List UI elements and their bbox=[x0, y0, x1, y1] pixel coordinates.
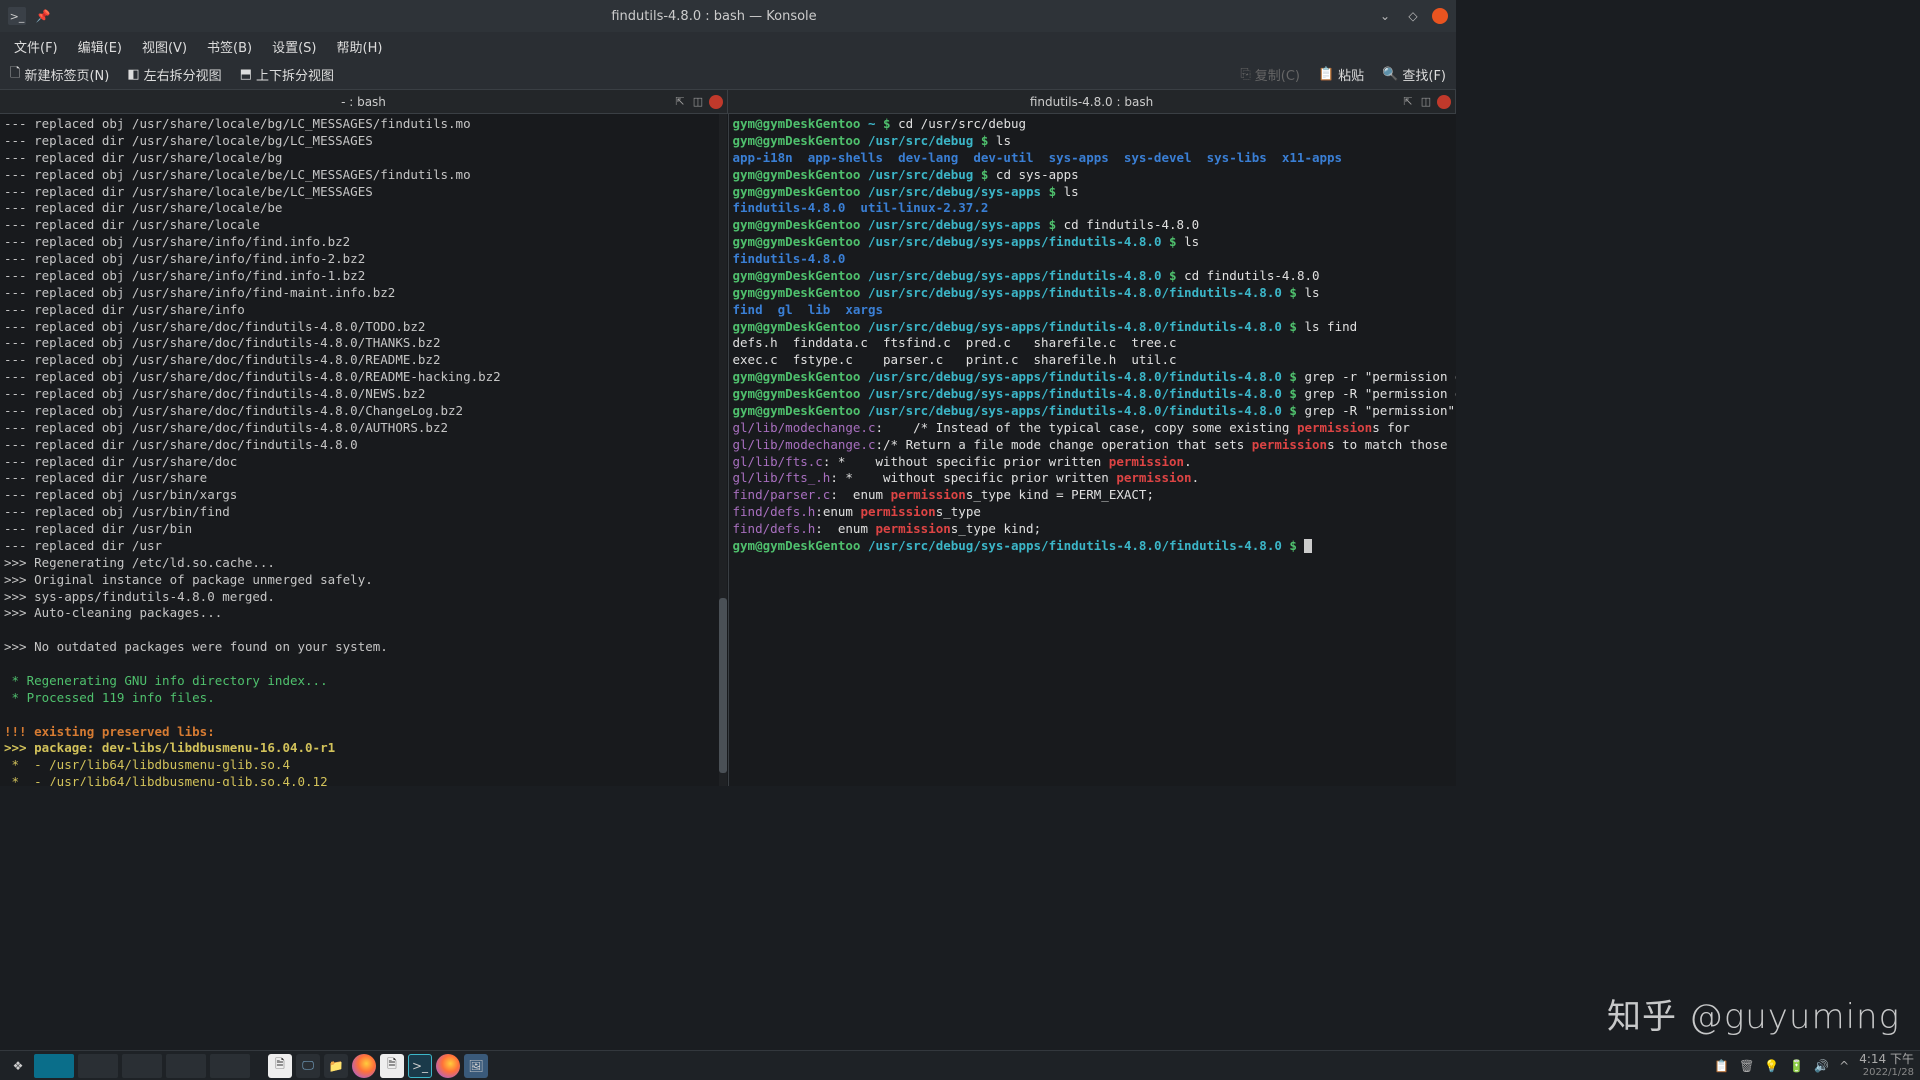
new-tab-label: 新建标签页(N) bbox=[24, 65, 109, 84]
text-editor-icon[interactable]: 🗎 bbox=[268, 1054, 292, 1078]
left-scrollbar[interactable] bbox=[719, 114, 727, 786]
paste-button[interactable]: 📋 粘贴 bbox=[1314, 63, 1368, 86]
copy-icon: ⎘ bbox=[1240, 67, 1250, 82]
file-manager-icon[interactable]: 📁 bbox=[324, 1054, 348, 1078]
paste-label: 粘贴 bbox=[1338, 65, 1364, 84]
menu-help[interactable]: 帮助(H) bbox=[329, 33, 391, 60]
split-lr-icon: ◧ bbox=[127, 67, 139, 82]
clock[interactable]: 4:14 下午 2022/1/28 bbox=[1859, 1053, 1914, 1077]
volume-tray-icon[interactable]: 🔊 bbox=[1814, 1059, 1829, 1073]
system-monitor-icon[interactable]: 🖵 bbox=[296, 1054, 320, 1078]
task-desktop[interactable] bbox=[34, 1054, 74, 1078]
tab-detach-icon[interactable]: ⇱ bbox=[673, 95, 687, 109]
new-tab-icon: 🗋 bbox=[10, 64, 20, 86]
split-tb-label: 上下拆分视图 bbox=[256, 65, 334, 84]
app-launcher-icon[interactable]: ❖ bbox=[6, 1054, 30, 1078]
menu-file[interactable]: 文件(F) bbox=[6, 33, 66, 60]
app-icon: >_ bbox=[8, 7, 26, 25]
maximize-icon[interactable]: ◇ bbox=[1404, 7, 1422, 25]
trash-tray-icon[interactable]: 🗑 bbox=[1739, 1059, 1754, 1073]
window-title: findutils-4.8.0 : bash — Konsole bbox=[52, 9, 1376, 24]
minimize-icon[interactable]: ⌄ bbox=[1376, 7, 1394, 25]
split-tb-button[interactable]: ⬒ 上下拆分视图 bbox=[236, 63, 338, 86]
tab-left-label: - : bash bbox=[341, 95, 386, 109]
brightness-tray-icon[interactable]: 💡 bbox=[1764, 1059, 1779, 1073]
scrollbar-thumb[interactable] bbox=[719, 598, 727, 773]
tabbar: - : bash ⇱ ◫ findutils-4.8.0 : bash ⇱ ◫ bbox=[0, 90, 1456, 114]
split-panes: --- replaced obj /usr/share/locale/bg/LC… bbox=[0, 114, 1456, 786]
clipboard-tray-icon[interactable]: 📋 bbox=[1714, 1059, 1729, 1073]
tab-close-icon[interactable] bbox=[1437, 95, 1451, 109]
pin-icon[interactable]: 📌 bbox=[34, 7, 52, 25]
tab-right-label: findutils-4.8.0 : bash bbox=[1030, 95, 1153, 109]
find-label: 查找(F) bbox=[1402, 65, 1446, 84]
window-titlebar: >_ 📌 findutils-4.8.0 : bash — Konsole ⌄ … bbox=[0, 0, 1456, 32]
menu-bookmarks[interactable]: 书签(B) bbox=[199, 33, 260, 60]
split-tb-icon: ⬒ bbox=[240, 67, 252, 82]
watermark: 知乎 @guyuming bbox=[1607, 989, 1900, 1038]
split-lr-label: 左右拆分视图 bbox=[144, 65, 222, 84]
task-slot[interactable] bbox=[78, 1054, 118, 1078]
konsole-taskbar-icon[interactable]: >_ bbox=[408, 1054, 432, 1078]
taskbar: ❖ 🗎 🖵 📁 🗎 >_ 🖼 📋 🗑 💡 🔋 🔊 ^ 4:14 下午 2022/… bbox=[0, 1050, 1920, 1080]
left-terminal-pane[interactable]: --- replaced obj /usr/share/locale/bg/LC… bbox=[0, 114, 729, 786]
tab-close-icon[interactable] bbox=[709, 95, 723, 109]
menu-settings[interactable]: 设置(S) bbox=[264, 33, 324, 60]
toolbar: 🗋 新建标签页(N) ◧ 左右拆分视图 ⬒ 上下拆分视图 ⎘ 复制(C) 📋 粘… bbox=[0, 60, 1456, 90]
split-lr-button[interactable]: ◧ 左右拆分视图 bbox=[123, 63, 225, 86]
menubar: 文件(F) 编辑(E) 视图(V) 书签(B) 设置(S) 帮助(H) bbox=[0, 32, 1456, 60]
document-icon[interactable]: 🗎 bbox=[380, 1054, 404, 1078]
copy-label: 复制(C) bbox=[1255, 65, 1300, 84]
task-slot[interactable] bbox=[166, 1054, 206, 1078]
menu-view[interactable]: 视图(V) bbox=[134, 33, 195, 60]
tab-right[interactable]: findutils-4.8.0 : bash ⇱ ◫ bbox=[728, 90, 1456, 113]
paste-icon: 📋 bbox=[1318, 67, 1334, 82]
clock-time: 4:14 下午 bbox=[1859, 1053, 1914, 1066]
tab-left[interactable]: - : bash ⇱ ◫ bbox=[0, 90, 728, 113]
screenshot-icon[interactable]: 🖼 bbox=[464, 1054, 488, 1078]
menu-edit[interactable]: 编辑(E) bbox=[70, 33, 130, 60]
tab-new-icon[interactable]: ◫ bbox=[1419, 95, 1433, 109]
chevron-up-icon[interactable]: ^ bbox=[1839, 1059, 1849, 1073]
tab-new-icon[interactable]: ◫ bbox=[691, 95, 705, 109]
new-tab-button[interactable]: 🗋 新建标签页(N) bbox=[6, 62, 113, 88]
search-icon: 🔍 bbox=[1382, 67, 1398, 82]
copy-button: ⎘ 复制(C) bbox=[1236, 63, 1304, 86]
tab-detach-icon[interactable]: ⇱ bbox=[1401, 95, 1415, 109]
right-terminal-pane[interactable]: gym@gymDeskGentoo ~ $ cd /usr/src/debug … bbox=[729, 114, 1457, 786]
task-slot[interactable] bbox=[122, 1054, 162, 1078]
close-icon[interactable] bbox=[1432, 8, 1448, 24]
find-button[interactable]: 🔍 查找(F) bbox=[1378, 63, 1450, 86]
battery-tray-icon[interactable]: 🔋 bbox=[1789, 1059, 1804, 1073]
firefox-taskbar-icon[interactable] bbox=[436, 1054, 460, 1078]
task-slot[interactable] bbox=[210, 1054, 250, 1078]
clock-date: 2022/1/28 bbox=[1859, 1067, 1914, 1078]
firefox-icon[interactable] bbox=[352, 1054, 376, 1078]
